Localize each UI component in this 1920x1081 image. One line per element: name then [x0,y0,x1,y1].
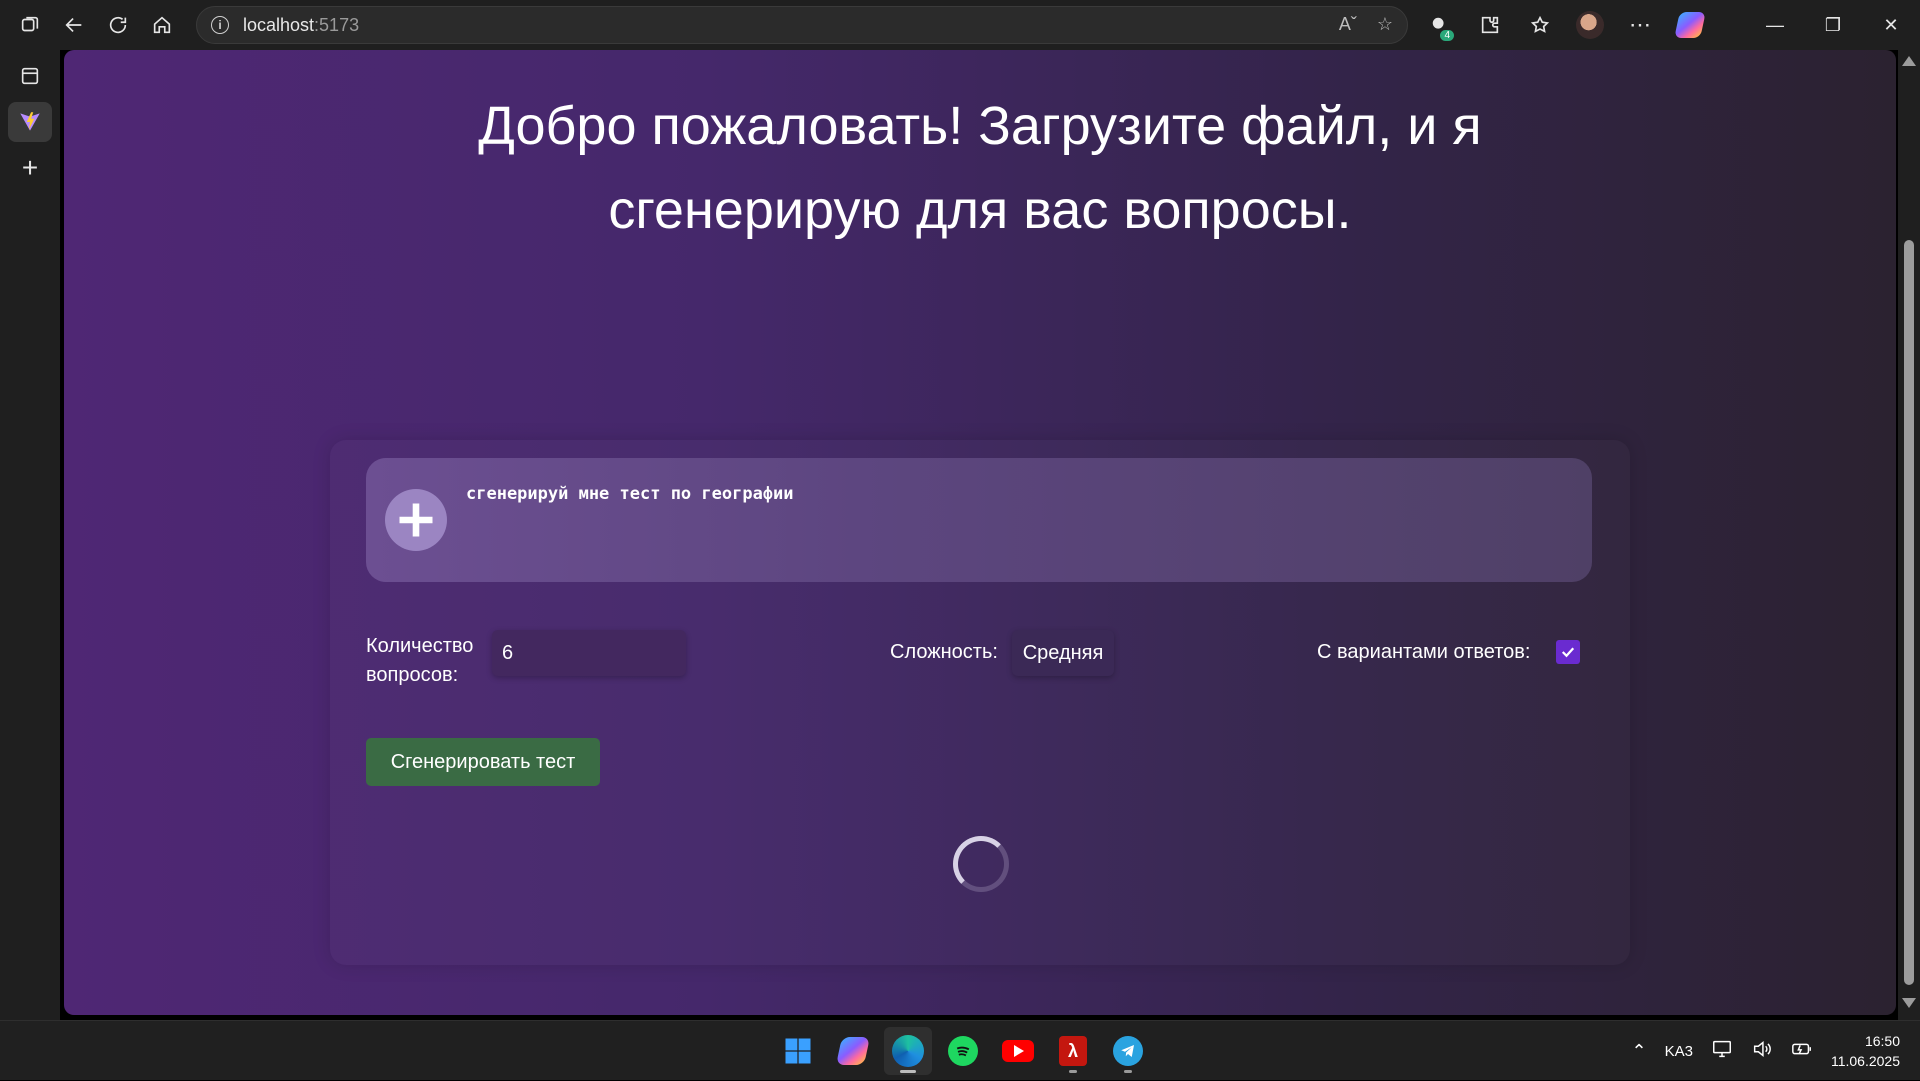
windows-icon [785,1038,811,1064]
multiple-choice-checkbox[interactable] [1556,640,1580,664]
start-button[interactable] [774,1027,822,1075]
checkmark-icon [1561,647,1575,658]
browser-sidebar: + [0,50,60,1020]
language-indicator[interactable]: KA3 [1665,1043,1693,1060]
read-aloud-icon[interactable]: Aˇ [1339,14,1357,35]
taskbar-acrobat[interactable]: λ [1049,1027,1097,1075]
clock-date: 11.06.2025 [1830,1053,1900,1069]
difficulty-label: Сложность: [890,641,998,663]
page-title-line1: Добро пожаловать! Загрузите файл, и я [478,96,1482,156]
difficulty-select[interactable]: Средняя [1012,630,1114,676]
taskbar-spotify[interactable] [939,1027,987,1075]
taskbar-youtube[interactable] [994,1027,1042,1075]
windows-taskbar: λ ⌃ KA3 16:50 11.06.2025 [0,1020,1920,1080]
close-window-button[interactable]: ✕ [1862,0,1920,50]
back-icon[interactable] [52,7,96,43]
restore-button[interactable]: ❐ [1804,0,1862,50]
generate-test-button[interactable]: Сгенерировать тест [366,738,600,786]
battery-icon[interactable] [1791,1038,1813,1064]
system-clock[interactable]: 16:50 11.06.2025 [1831,1031,1900,1071]
youtube-icon [1002,1040,1034,1062]
loading-spinner [953,836,1009,892]
minimize-button[interactable]: — [1746,0,1804,50]
more-menu-icon[interactable]: ⋯ [1620,7,1660,43]
new-tab-icon[interactable]: + [8,148,52,188]
volume-icon[interactable] [1751,1038,1773,1064]
clock-time: 16:50 [1864,1033,1900,1049]
prompt-box[interactable]: сгенерируй мне тест по географии [366,458,1592,582]
question-count-label: Количество вопросов: [366,632,473,690]
taskbar-copilot[interactable] [829,1027,877,1075]
page-scrollbar[interactable] [1898,50,1920,1020]
upload-file-button[interactable] [385,489,447,551]
scroll-up-icon[interactable] [1902,56,1916,66]
scrollbar-thumb[interactable] [1904,240,1914,985]
page-title-line2: сгенерирую для вас вопросы. [608,180,1352,240]
spotify-icon [948,1036,978,1066]
copilot-app-icon [836,1037,870,1065]
taskbar-telegram[interactable] [1104,1027,1152,1075]
network-icon[interactable] [1711,1038,1733,1064]
url-port: :5173 [314,14,360,35]
extension-badge-icon[interactable]: 4 [1420,7,1460,43]
tray-overflow-icon[interactable]: ⌃ [1632,1041,1647,1062]
vite-tab-icon[interactable] [8,102,52,142]
page-title: Добро пожаловать! Загрузите файл, и я сг… [64,84,1896,252]
extension-badge-count: 4 [1440,30,1454,41]
question-count-label-line2: вопросов: [366,664,459,686]
app-page: Добро пожаловать! Загрузите файл, и я сг… [64,50,1896,1015]
site-info-icon[interactable]: i [211,16,229,34]
question-count-label-line1: Количество [366,635,474,657]
acrobat-icon: λ [1059,1036,1087,1066]
browser-toolbar: i localhost:5173 Aˇ ☆ 4 ⋯ — ❐ ✕ [0,0,1920,50]
scroll-down-icon[interactable] [1902,998,1916,1008]
copilot-icon[interactable] [1670,7,1710,43]
extensions-icon[interactable] [1470,7,1510,43]
url-host: localhost [243,14,315,35]
profile-avatar[interactable] [1570,7,1610,43]
multiple-choice-label: С вариантами ответов: [1317,641,1531,663]
plus-icon [399,503,433,537]
prompt-input[interactable]: сгенерируй мне тест по географии [466,484,794,504]
home-icon[interactable] [140,7,184,43]
address-bar[interactable]: i localhost:5173 Aˇ ☆ [196,6,1408,44]
favorites-icon[interactable] [1520,7,1560,43]
tab-actions-icon[interactable] [8,56,52,96]
workspaces-icon[interactable] [8,7,52,43]
taskbar-edge[interactable] [884,1027,932,1075]
refresh-icon[interactable] [96,7,140,43]
question-count-input[interactable]: 6 [492,630,686,676]
favorite-star-icon[interactable]: ☆ [1377,14,1393,35]
edge-icon [892,1035,924,1067]
telegram-icon [1113,1036,1143,1066]
